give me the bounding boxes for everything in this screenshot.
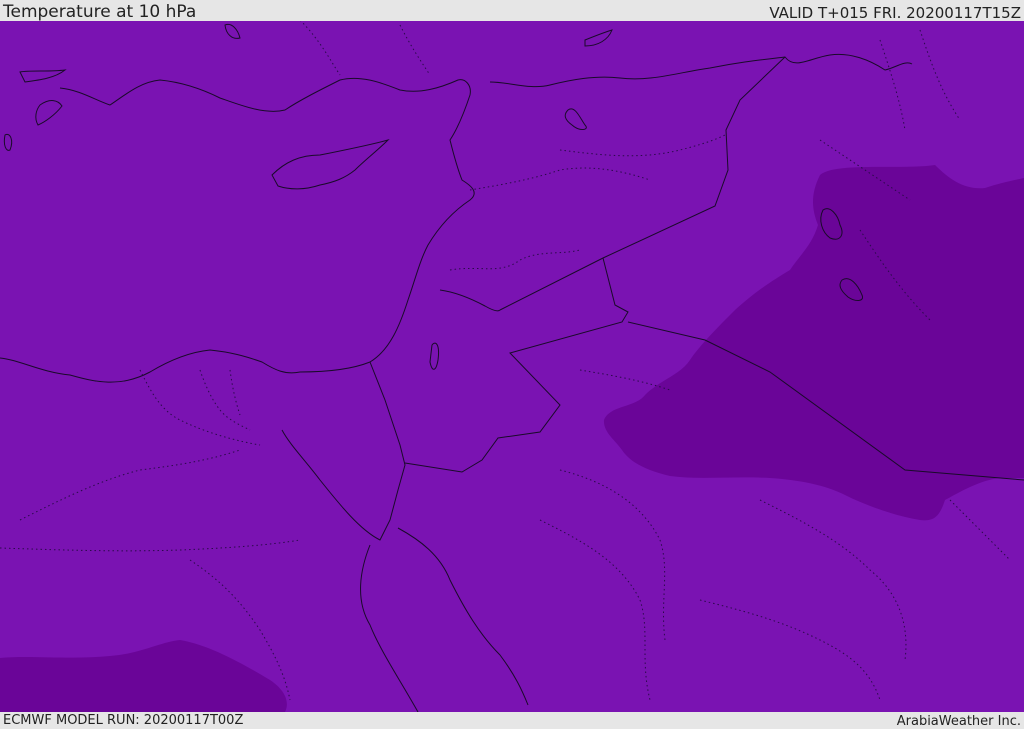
footer-bar: ECMWF MODEL RUN: 20200117T00Z ArabiaWeat… [0,712,1024,729]
credit: ArabiaWeather Inc. [896,714,1021,729]
header-bar: Temperature at 10 hPa VALID T+015 FRI. 2… [0,0,1024,22]
temperature-map [0,21,1024,712]
weather-map-frame: Temperature at 10 hPa VALID T+015 FRI. 2… [0,0,1024,729]
map-title: Temperature at 10 hPa [3,2,197,22]
valid-time: VALID T+015 FRI. 20200117T15Z [769,4,1021,22]
model-run: ECMWF MODEL RUN: 20200117T00Z [3,713,244,728]
lake-dead-sea [429,342,439,370]
